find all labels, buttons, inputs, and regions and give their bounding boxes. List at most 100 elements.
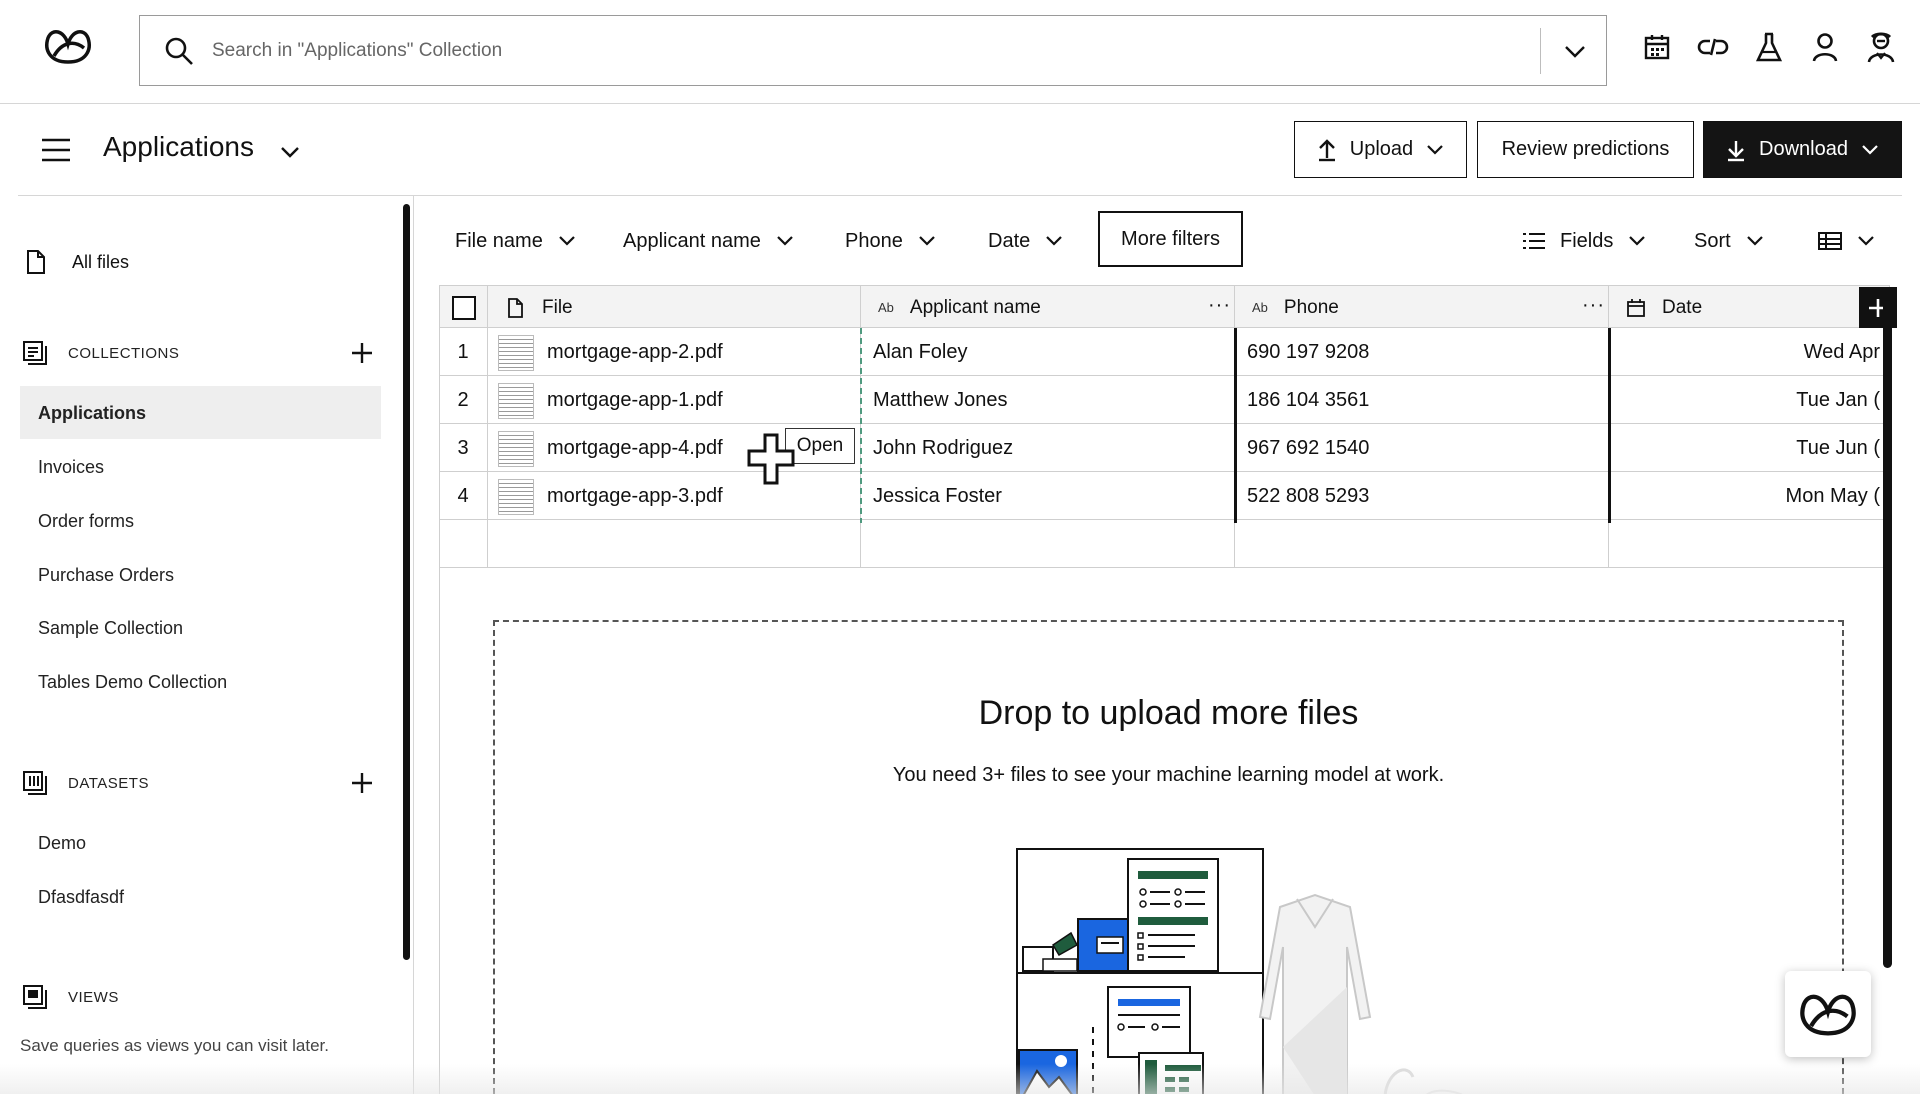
- chevron-down-icon: [559, 236, 575, 246]
- search-divider: [1540, 28, 1541, 74]
- open-tooltip-button[interactable]: Open: [785, 428, 855, 464]
- upload-button[interactable]: Upload: [1294, 121, 1467, 178]
- upload-dropzone[interactable]: Drop to upload more files You need 3+ fi…: [493, 620, 1844, 1094]
- dataset-icon: [23, 771, 47, 795]
- sidebar-item-demo[interactable]: Demo: [38, 833, 86, 854]
- file-name-link[interactable]: mortgage-app-2.pdf: [547, 328, 867, 376]
- column-header-date[interactable]: Date: [1626, 286, 1702, 329]
- add-dataset-plus-icon[interactable]: [348, 769, 376, 797]
- views-hint-text: Save queries as views you can visit late…: [20, 1036, 329, 1055]
- column-resize-handle[interactable]: [1608, 328, 1611, 523]
- sidebar-scrollbar[interactable]: [403, 204, 410, 960]
- assistant-launcher-button[interactable]: [1785, 971, 1871, 1057]
- datasets-label: DATASETS: [68, 774, 149, 792]
- column-resize-handle[interactable]: [860, 328, 862, 523]
- filter-file-name[interactable]: File name: [455, 226, 577, 256]
- user-icon[interactable]: [1808, 30, 1842, 64]
- sidebar-item-applications[interactable]: Applications: [38, 403, 146, 424]
- title-chevron-down-icon[interactable]: [278, 142, 302, 162]
- column-header-file[interactable]: File: [506, 286, 573, 329]
- review-predictions-button[interactable]: Review predictions: [1477, 121, 1694, 178]
- file-name-link[interactable]: mortgage-app-1.pdf: [547, 376, 867, 424]
- sort-button[interactable]: Sort: [1694, 226, 1765, 256]
- chevron-down-icon: [919, 236, 935, 246]
- sidebar-item-tables-demo-collection[interactable]: Tables Demo Collection: [38, 672, 227, 693]
- column-header-applicant-name[interactable]: Ab Applicant name ···: [878, 286, 1251, 329]
- file-thumbnail[interactable]: [498, 383, 534, 419]
- file-thumbnail[interactable]: [498, 431, 534, 467]
- sidebar-item-invoices[interactable]: Invoices: [38, 457, 104, 478]
- chevron-down-icon: [1629, 236, 1646, 246]
- page-title[interactable]: Applications: [103, 131, 254, 163]
- files-table: File Ab Applicant name ··· Ab Phone ··· …: [439, 285, 1897, 568]
- views-icon: [23, 985, 47, 1009]
- column-divider: [487, 285, 488, 567]
- list-icon: [1523, 233, 1545, 249]
- filter-applicant-name[interactable]: Applicant name: [623, 226, 795, 256]
- fields-label: Fields: [1560, 229, 1614, 252]
- more-filters-button[interactable]: More filters: [1098, 211, 1243, 267]
- sidebar-item-all-files[interactable]: All files: [20, 236, 380, 288]
- move-cursor-icon: [747, 433, 795, 485]
- column-date-label: Date: [1662, 296, 1703, 318]
- filter-date[interactable]: Date: [988, 226, 1064, 256]
- sidebar-divider: [413, 196, 414, 1094]
- date-cell[interactable]: Tue Jun (: [1629, 424, 1880, 472]
- applicant-name-cell[interactable]: John Rodriguez: [873, 424, 1243, 472]
- search-bar: [139, 15, 1607, 86]
- column-header-phone[interactable]: Ab Phone ···: [1252, 286, 1625, 329]
- date-cell[interactable]: Tue Jan (: [1629, 376, 1880, 424]
- download-button[interactable]: Download: [1703, 121, 1902, 178]
- filter-phone-label: Phone: [845, 229, 903, 252]
- column-applicant-label: Applicant name: [909, 296, 1041, 318]
- column-file-label: File: [542, 296, 573, 318]
- sidebar-item-order-forms[interactable]: Order forms: [38, 511, 134, 532]
- calendar-icon[interactable]: [1640, 30, 1674, 64]
- file-name-link[interactable]: mortgage-app-3.pdf: [547, 472, 867, 520]
- agent-icon[interactable]: [1864, 30, 1898, 64]
- row-number: 1: [457, 340, 469, 363]
- download-icon: [1728, 140, 1745, 161]
- view-layout-button[interactable]: [1818, 226, 1876, 256]
- fields-button[interactable]: Fields: [1522, 226, 1647, 256]
- table-row[interactable]: 4 mortgage-app-3.pdf Jessica Foster 522 …: [439, 472, 1890, 520]
- phone-cell[interactable]: 522 808 5293: [1247, 472, 1617, 520]
- date-cell[interactable]: Wed Apr: [1629, 328, 1880, 376]
- row-number: 2: [457, 388, 469, 411]
- text-type-icon: Ab: [878, 300, 894, 315]
- applicant-name-cell[interactable]: Jessica Foster: [873, 472, 1243, 520]
- phone-cell[interactable]: 186 104 3561: [1247, 376, 1617, 424]
- date-cell[interactable]: Mon May (: [1629, 472, 1880, 520]
- app-logo-icon[interactable]: [40, 22, 96, 70]
- collections-section-header: COLLECTIONS: [22, 338, 179, 368]
- filter-phone[interactable]: Phone: [845, 226, 937, 256]
- menu-hamburger-icon[interactable]: [40, 136, 72, 164]
- filter-applicant-name-label: Applicant name: [623, 229, 761, 252]
- add-collection-plus-icon[interactable]: [348, 339, 376, 367]
- flask-icon[interactable]: [1752, 30, 1786, 64]
- phone-cell[interactable]: 690 197 9208: [1247, 328, 1617, 376]
- sidebar-item-purchase-orders[interactable]: Purchase Orders: [38, 565, 174, 586]
- table-row[interactable]: 2 mortgage-app-1.pdf Matthew Jones 186 1…: [439, 376, 1890, 424]
- file-icon: [27, 250, 45, 274]
- file-thumbnail[interactable]: [498, 479, 534, 515]
- search-dropdown-chevron-icon[interactable]: [1560, 38, 1590, 64]
- search-input[interactable]: [212, 34, 1512, 68]
- link-icon[interactable]: [1696, 30, 1730, 64]
- column-menu-icon[interactable]: ···: [1582, 294, 1605, 317]
- column-divider: [439, 285, 440, 567]
- sidebar-item-dfasdfasdf[interactable]: Dfasdfasdf: [38, 887, 124, 908]
- column-menu-icon[interactable]: ···: [1208, 294, 1231, 317]
- chevron-down-icon: [777, 236, 793, 246]
- table-row[interactable]: 3 mortgage-app-4.pdf John Rodriguez 967 …: [439, 424, 1890, 472]
- applicant-name-cell[interactable]: Matthew Jones: [873, 376, 1243, 424]
- file-thumbnail[interactable]: [498, 335, 534, 371]
- select-all-checkbox[interactable]: [452, 286, 476, 329]
- phone-cell[interactable]: 967 692 1540: [1247, 424, 1617, 472]
- table-row[interactable]: 1 mortgage-app-2.pdf Alan Foley 690 197 …: [439, 328, 1890, 376]
- column-resize-handle[interactable]: [1234, 328, 1237, 523]
- sidebar-item-sample-collection[interactable]: Sample Collection: [38, 618, 183, 639]
- main-scrollbar[interactable]: [1883, 300, 1892, 968]
- applicant-name-cell[interactable]: Alan Foley: [873, 328, 1243, 376]
- app-logo-icon: [1800, 994, 1856, 1036]
